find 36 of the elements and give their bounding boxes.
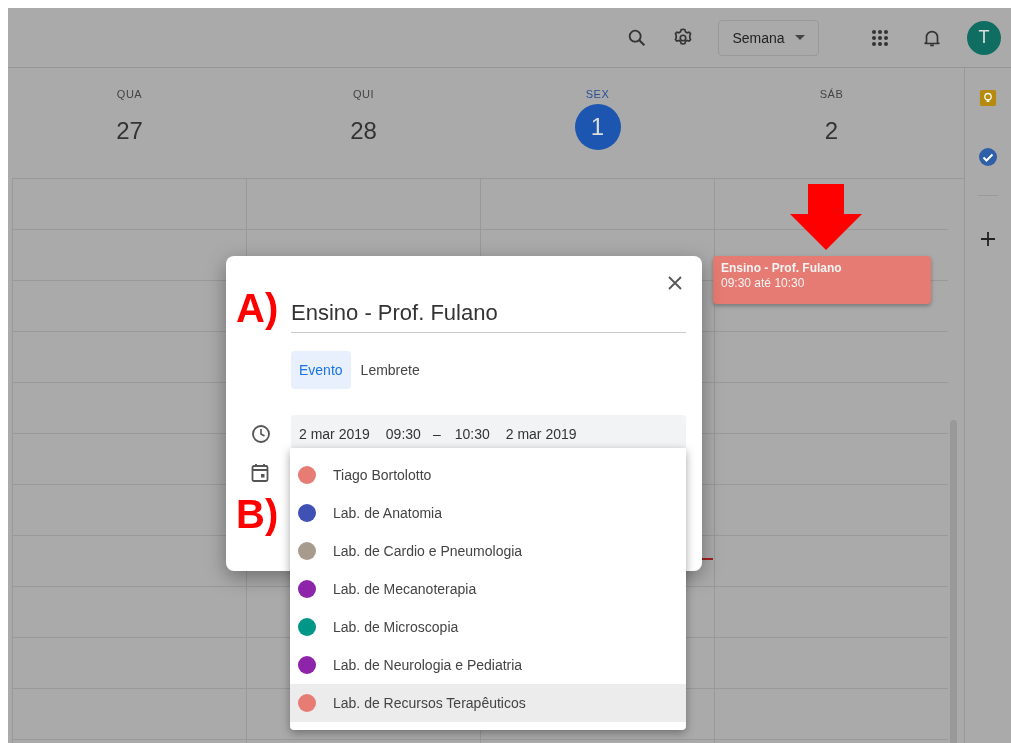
calendar-menu-item[interactable]: Lab. de Anatomia	[290, 494, 686, 532]
date-label[interactable]: 27	[106, 108, 153, 154]
lightbulb-note-icon[interactable]	[979, 89, 997, 107]
start-time-text: 09:30	[385, 426, 421, 442]
tab[interactable]: Evento	[291, 351, 351, 389]
weekday-label: QUI	[352, 88, 375, 102]
dash-text: –	[432, 426, 441, 442]
avatar[interactable]: T	[967, 20, 1001, 55]
close-icon[interactable]	[668, 276, 682, 290]
caret-icon	[794, 35, 805, 40]
weekday-label: QUA	[116, 88, 143, 102]
calendar-menu-item[interactable]: Lab. de Mecanoterapia	[290, 570, 686, 608]
apps-grid-icon[interactable]	[871, 28, 889, 47]
calendar-menu-item[interactable]: Lab. de Microscopia	[290, 608, 686, 646]
view-dropdown[interactable]: Semana	[718, 19, 819, 56]
arrow-icon	[790, 184, 862, 250]
date-label[interactable]: 28	[340, 108, 387, 154]
end-date-text: 2 mar 2019	[505, 426, 577, 442]
weekday-label: SEX	[585, 88, 610, 102]
event-time: 09:30 até 10:30	[721, 276, 806, 291]
calendar-menu-item[interactable]: Lab. de Cardio e Pneumologia	[290, 532, 686, 570]
clock-icon	[251, 424, 271, 444]
calendar-menu-item[interactable]: Lab. de Recursos Terapêuticos	[290, 684, 686, 722]
calendar-menu-item[interactable]: Tiago Bortolotto	[290, 456, 686, 494]
calendar-menu-item[interactable]: Lab. de Neurologia e Pediatria	[290, 646, 686, 684]
event-title: Ensino - Prof. Fulano	[721, 261, 843, 276]
end-time-text: 10:30	[454, 426, 490, 442]
annotation-label: A)	[236, 286, 279, 330]
annotation-label: B)	[236, 492, 279, 536]
check-circle-icon[interactable]	[978, 147, 998, 167]
plus-icon[interactable]	[981, 232, 995, 246]
today-date[interactable]: 1	[574, 104, 621, 150]
date-label[interactable]: 2	[808, 108, 855, 154]
calendar-icon	[251, 463, 269, 483]
start-date-text: 2 mar 2019	[299, 426, 370, 442]
weekday-label: SÁB	[819, 88, 844, 102]
